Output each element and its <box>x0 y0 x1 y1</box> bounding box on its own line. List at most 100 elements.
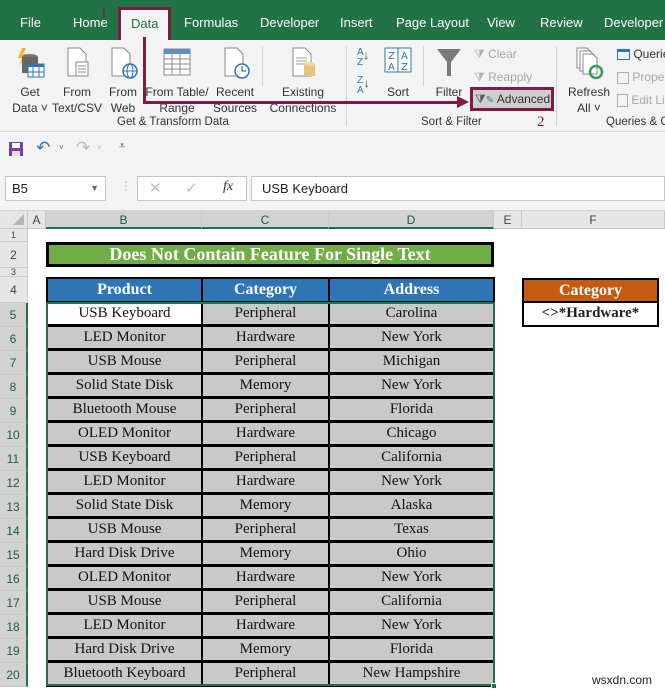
cell-category[interactable]: Memory <box>203 543 330 567</box>
cell-category[interactable]: Hardware <box>203 471 330 495</box>
cell-address[interactable]: Florida <box>330 399 495 423</box>
sort-z-to-a-button[interactable]: Z A↓ <box>357 76 370 96</box>
tab-developer-2[interactable]: Developer <box>604 0 663 40</box>
cell-address[interactable]: New York <box>330 375 495 399</box>
cell-category[interactable]: Memory <box>203 639 330 663</box>
queries-connections-button[interactable]: Queries & Connections <box>617 46 665 62</box>
cell-product[interactable]: Bluetooth Mouse <box>46 399 203 423</box>
recent-sources-button[interactable]: Recent Sources <box>212 46 258 116</box>
tab-review[interactable]: Review <box>540 0 583 40</box>
redo-icon[interactable]: ↷ <box>76 138 90 158</box>
redo-dropdown-icon[interactable]: ˅ <box>97 143 102 152</box>
cell-product[interactable]: OLED Monitor <box>46 423 203 447</box>
column-header-d[interactable]: D <box>329 211 494 229</box>
select-all-button[interactable] <box>0 211 28 229</box>
cell-address[interactable]: New Hampshire <box>330 663 495 687</box>
properties-button[interactable]: Properties <box>617 69 665 85</box>
tab-data[interactable]: Data <box>121 8 169 40</box>
cell-category[interactable]: Peripheral <box>203 591 330 615</box>
cell-category[interactable]: Hardware <box>203 615 330 639</box>
row-header[interactable]: 15 <box>0 543 28 567</box>
edit-links-button[interactable]: Edit Links <box>617 92 665 108</box>
cell-category[interactable]: Memory <box>203 375 330 399</box>
sort-button[interactable]: Z A A Z Sort <box>381 46 415 100</box>
row-header[interactable]: 11 <box>0 447 28 471</box>
tab-page-layout[interactable]: Page Layout <box>396 0 469 40</box>
row-header[interactable]: 6 <box>0 327 28 351</box>
cell-product[interactable]: USB Keyboard <box>46 303 203 327</box>
name-box[interactable]: B5 ▼ <box>5 176 106 201</box>
cell-product[interactable]: LED Monitor <box>46 327 203 351</box>
insert-function-icon[interactable]: fx <box>223 179 233 195</box>
cell-address[interactable]: Ohio <box>330 543 495 567</box>
tab-insert[interactable]: Insert <box>340 0 373 40</box>
formula-input[interactable]: USB Keyboard <box>251 176 665 201</box>
row-header[interactable]: 13 <box>0 495 28 519</box>
column-header-e[interactable]: E <box>494 211 522 229</box>
sheet-title[interactable]: Does Not Contain Feature For Single Text <box>46 242 494 267</box>
name-box-dropdown-icon[interactable]: ▼ <box>90 177 99 200</box>
cell-category[interactable]: Memory <box>203 495 330 519</box>
customize-toolbar-icon[interactable]: ⩡ <box>119 140 125 153</box>
cell-product[interactable]: OLED Monitor <box>46 567 203 591</box>
cell-product[interactable]: LED Monitor <box>46 471 203 495</box>
row-header[interactable]: 16 <box>0 567 28 591</box>
cell-address[interactable]: Florida <box>330 639 495 663</box>
cell-category[interactable]: Peripheral <box>203 399 330 423</box>
enter-check-icon[interactable]: ✓ <box>185 179 198 197</box>
row-header[interactable]: 14 <box>0 519 28 543</box>
cell-category[interactable]: Hardware <box>203 423 330 447</box>
cell-product[interactable]: Bluetooth Keyboard <box>46 663 203 687</box>
row-header[interactable]: 1 <box>0 229 28 242</box>
row-header[interactable]: 9 <box>0 399 28 423</box>
tab-formulas[interactable]: Formulas <box>184 0 238 40</box>
from-text-csv-button[interactable]: From Text/CSV <box>52 46 102 116</box>
undo-icon[interactable]: ↶ <box>36 138 50 158</box>
cell-product[interactable]: Hard Disk Drive <box>46 543 203 567</box>
cell-category[interactable]: Peripheral <box>203 519 330 543</box>
row-header[interactable]: 10 <box>0 423 28 447</box>
advanced-filter-button[interactable]: ⧩✎ Advanced <box>470 87 554 111</box>
cell-address[interactable]: California <box>330 447 495 471</box>
row-header[interactable]: 7 <box>0 351 28 375</box>
cell-product[interactable]: LED Monitor <box>46 615 203 639</box>
cell-product[interactable]: USB Keyboard <box>46 447 203 471</box>
row-header[interactable]: 20 <box>0 663 28 687</box>
cell-category[interactable]: Peripheral <box>203 447 330 471</box>
cell-address[interactable]: Carolina <box>330 303 495 327</box>
clear-button[interactable]: ⧩ Clear <box>474 46 517 62</box>
from-table-range-button[interactable]: From Table/ Range <box>145 46 209 116</box>
criteria-value[interactable]: <>*Hardware* <box>522 303 659 327</box>
cell-address[interactable]: Michigan <box>330 351 495 375</box>
cell-product[interactable]: USB Mouse <box>46 591 203 615</box>
header-product[interactable]: Product <box>46 277 203 303</box>
cell-address[interactable]: New York <box>330 615 495 639</box>
row-header[interactable]: 5 <box>0 303 28 327</box>
refresh-all-button[interactable]: Refresh All ˅ <box>566 46 612 116</box>
column-header-b[interactable]: B <box>46 211 202 229</box>
cell-address[interactable]: California <box>330 591 495 615</box>
cell-product[interactable]: USB Mouse <box>46 351 203 375</box>
filter-button[interactable]: Filter <box>431 46 467 100</box>
cell-address[interactable]: New York <box>330 567 495 591</box>
row-header[interactable]: 19 <box>0 639 28 663</box>
save-icon[interactable] <box>8 141 24 157</box>
row-header[interactable]: 8 <box>0 375 28 399</box>
cell-address[interactable]: New York <box>330 327 495 351</box>
row-header[interactable]: 17 <box>0 591 28 615</box>
reapply-button[interactable]: ⧩ Reapply <box>474 69 532 85</box>
cell-product[interactable]: Solid State Disk <box>46 495 203 519</box>
header-address[interactable]: Address <box>328 277 495 303</box>
cell-product[interactable]: Solid State Disk <box>46 375 203 399</box>
header-category[interactable]: Category <box>201 277 330 303</box>
row-header[interactable]: 12 <box>0 471 28 495</box>
column-header-c[interactable]: C <box>202 211 329 229</box>
row-header[interactable]: 18 <box>0 615 28 639</box>
cell-address[interactable]: New York <box>330 471 495 495</box>
tab-developer[interactable]: Developer <box>260 0 319 40</box>
fill-handle[interactable] <box>491 683 497 689</box>
cell-product[interactable]: Hard Disk Drive <box>46 639 203 663</box>
column-header-a[interactable]: A <box>28 211 46 229</box>
row-header[interactable]: 4 <box>0 277 28 303</box>
cell-category[interactable]: Peripheral <box>203 303 330 327</box>
